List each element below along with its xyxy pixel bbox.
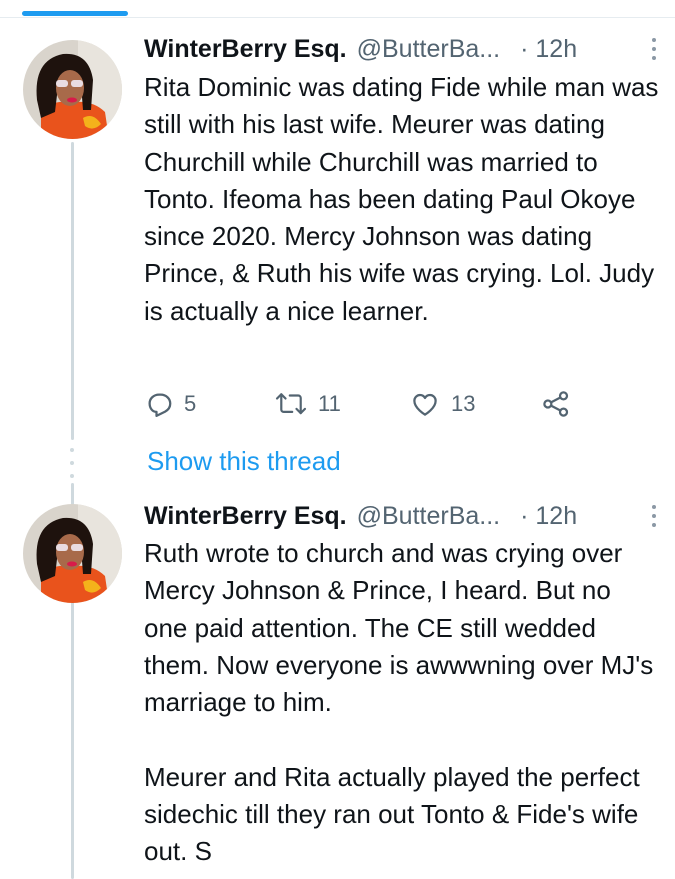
like-button[interactable]: 13 [409,384,475,424]
thread-connector-line [71,142,74,440]
share-icon [540,389,572,419]
avatar[interactable] [23,40,122,139]
more-icon[interactable] [644,503,664,529]
thread-connector-line [71,483,74,505]
reply-button[interactable]: 5 [144,384,196,424]
timestamp[interactable]: · 12h [520,502,577,531]
reply-count: 5 [184,391,197,416]
retweet-count: 11 [318,391,341,416]
retweet-button[interactable]: 11 [274,384,341,424]
tweet-actions: 5 11 13 [144,384,584,424]
display-name[interactable]: WinterBerry Esq. [144,502,347,531]
heart-icon [409,389,441,419]
user-handle[interactable]: @ButterBa... [357,502,501,531]
tweet-text: Ruth wrote to church and was crying over… [144,538,654,867]
like-count: 13 [451,391,476,416]
share-button[interactable] [540,384,572,424]
divider [0,17,675,18]
display-name[interactable]: WinterBerry Esq. [144,35,347,64]
avatar[interactable] [23,504,122,603]
thread-gap-dots [67,448,77,478]
user-handle[interactable]: @ButterBa... [357,35,501,64]
retweet-icon [274,389,308,419]
more-icon[interactable] [644,36,664,62]
thread-connector-line [71,583,74,879]
timestamp[interactable]: · 12h [520,35,577,64]
tweet-header: WinterBerry Esq. @ButterBa... · 12h [144,499,664,533]
tweet-text: Rita Dominic was dating Fide while man w… [144,72,659,326]
reply-icon [144,389,174,419]
show-thread-link[interactable]: Show this thread [147,444,341,478]
tab-indicator [22,11,128,16]
tweet-header: WinterBerry Esq. @ButterBa... · 12h [144,32,664,66]
